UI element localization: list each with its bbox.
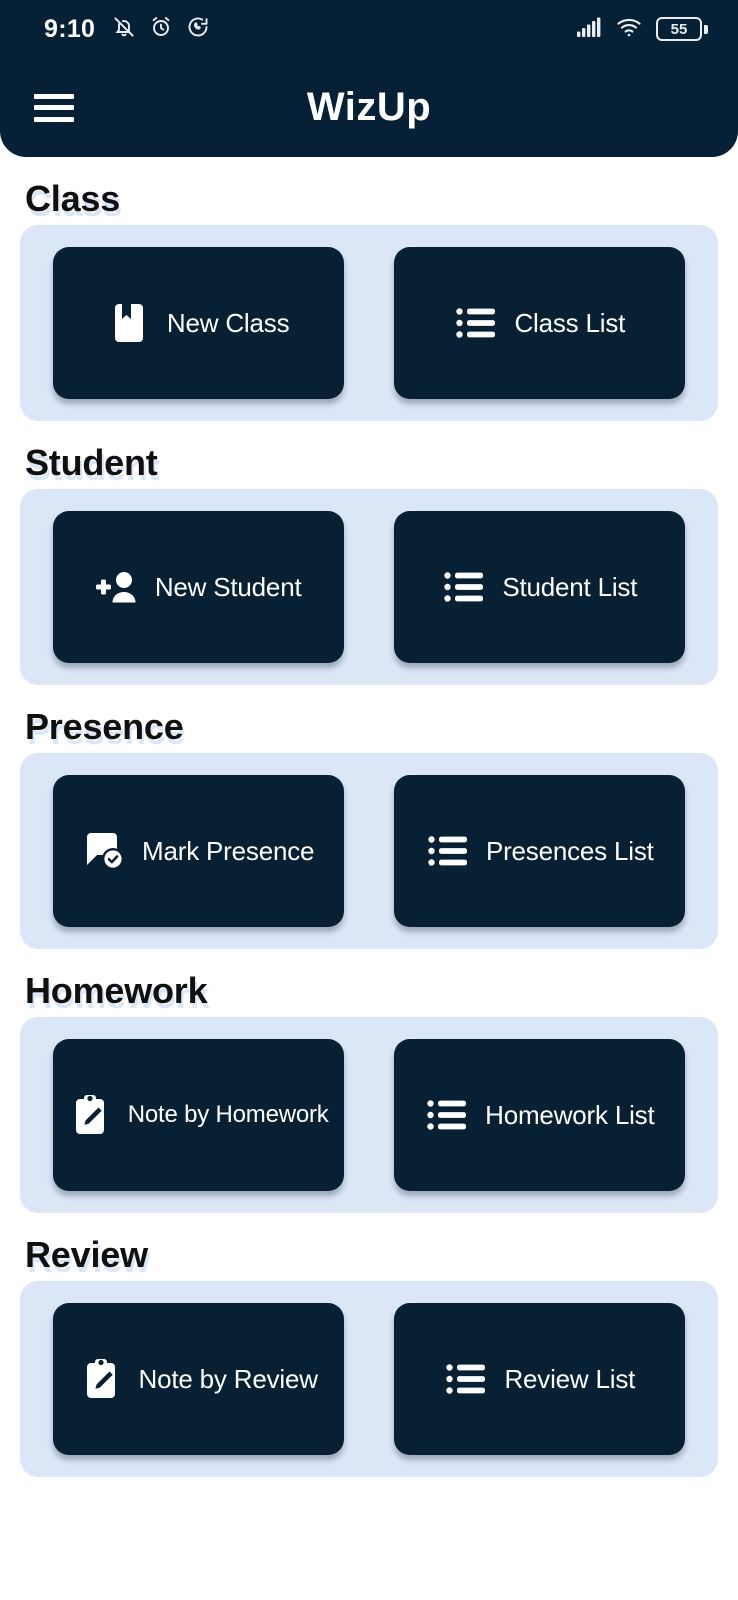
whatsapp-icon — [186, 15, 210, 44]
tile-review-list[interactable]: Review List — [394, 1303, 686, 1455]
tile-label: Note by Homework — [127, 1101, 329, 1128]
tile-label: New Class — [166, 307, 290, 338]
card-student: New Student Student List — [20, 489, 718, 685]
section-homework: Homework Note by Homework Homework List — [20, 970, 718, 1213]
tile-label: Mark Presence — [142, 835, 315, 866]
tile-note-by-homework[interactable]: Note by Homework — [52, 1039, 344, 1191]
tile-label: Student List — [502, 571, 638, 602]
book-bookmark-icon — [107, 301, 151, 345]
list-icon — [454, 301, 498, 345]
section-class: Class New Class Class List — [20, 178, 718, 421]
card-presence: Mark Presence Presences List — [20, 753, 718, 949]
section-title-student: Student — [25, 442, 158, 483]
tile-note-by-review[interactable]: Note by Review — [52, 1303, 344, 1455]
wifi-icon — [616, 16, 642, 43]
card-homework: Note by Homework Homework List — [20, 1017, 718, 1213]
tile-class-list[interactable]: Class List — [394, 247, 686, 399]
chat-check-icon — [82, 829, 126, 873]
card-class: New Class Class List — [20, 225, 718, 421]
status-bar: 9:10 55 — [0, 0, 738, 58]
clipboard-pencil-icon — [79, 1357, 123, 1401]
section-title-review: Review — [25, 1234, 148, 1275]
tile-label: Class List — [514, 307, 626, 338]
bell-off-icon — [112, 15, 136, 44]
list-icon — [425, 1093, 469, 1137]
tile-homework-list[interactable]: Homework List — [394, 1039, 686, 1191]
tile-new-class[interactable]: New Class — [52, 247, 344, 399]
battery-icon: 55 — [656, 17, 708, 41]
tile-label: Presences List — [485, 835, 654, 866]
status-bar-left: 9:10 — [44, 15, 210, 44]
section-title-homework: Homework — [25, 970, 208, 1011]
page-title: WizUp — [306, 85, 432, 129]
status-bar-right: 55 — [576, 16, 708, 43]
signal-icon — [576, 16, 602, 43]
battery-level: 55 — [670, 20, 688, 38]
card-review: Note by Review Review List — [20, 1281, 718, 1477]
tile-new-student[interactable]: New Student — [52, 511, 344, 663]
title-bar: WizUp — [0, 58, 738, 157]
alarm-clock-icon — [149, 15, 173, 44]
app-bar: 9:10 55 WizUp — [0, 0, 738, 157]
tile-label: Review List — [504, 1363, 636, 1394]
section-title-class: Class — [25, 178, 121, 219]
section-presence: Presence Mark Presence Presences List — [20, 706, 718, 949]
tile-label: New Student — [154, 571, 302, 602]
tile-mark-presence[interactable]: Mark Presence — [52, 775, 344, 927]
tile-label: Note by Review — [138, 1363, 318, 1394]
section-title-presence: Presence — [25, 706, 184, 747]
tile-student-list[interactable]: Student List — [394, 511, 686, 663]
status-clock: 9:10 — [44, 14, 96, 43]
list-icon — [444, 1357, 488, 1401]
list-icon — [442, 565, 486, 609]
hamburger-menu-icon[interactable] — [34, 93, 74, 122]
main-content: Class New Class Class List Student New S… — [0, 157, 738, 1477]
tile-presences-list[interactable]: Presences List — [394, 775, 686, 927]
section-student: Student New Student Student List — [20, 442, 718, 685]
person-add-icon — [95, 565, 139, 609]
list-icon — [426, 829, 470, 873]
tile-label: Homework List — [485, 1099, 655, 1130]
section-review: Review Note by Review Review List — [20, 1234, 718, 1477]
clipboard-pencil-icon — [68, 1093, 112, 1137]
